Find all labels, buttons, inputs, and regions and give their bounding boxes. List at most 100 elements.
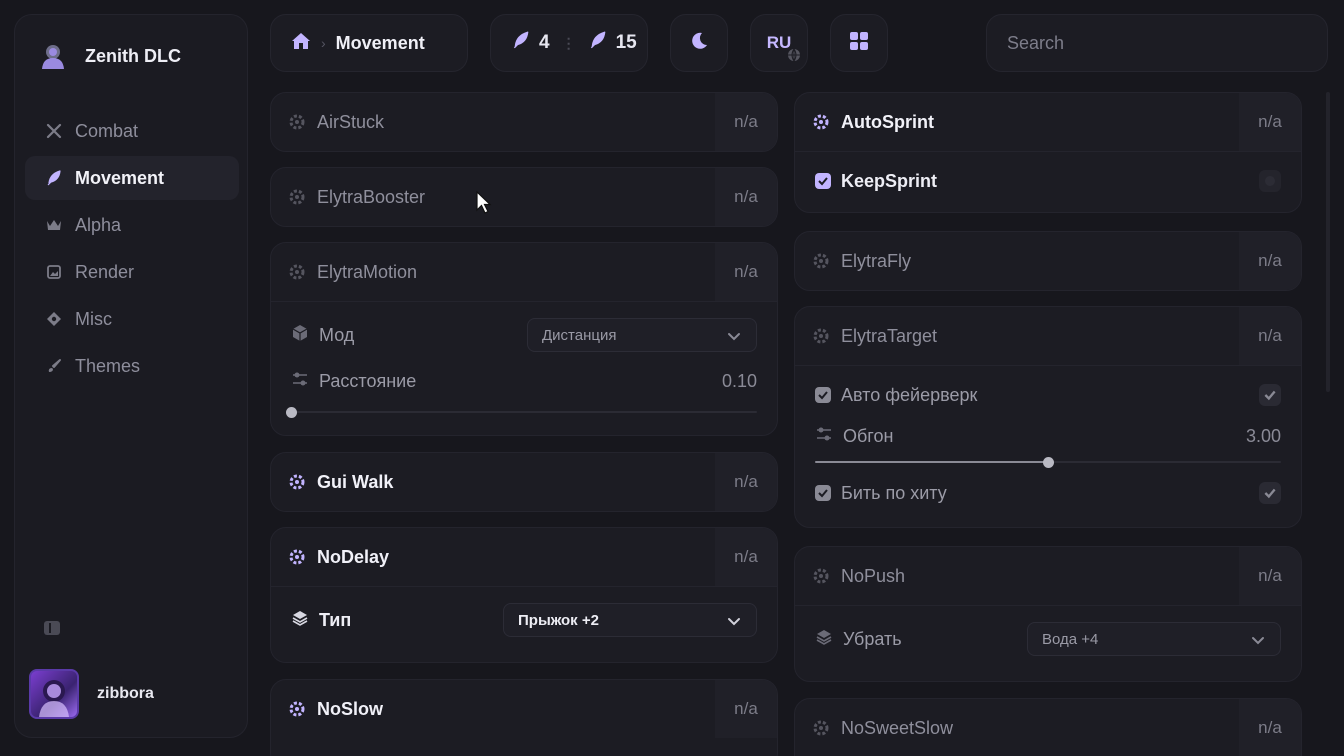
keybind-button[interactable]: n/a xyxy=(715,168,777,226)
mode-select[interactable]: Дистанция xyxy=(527,318,757,352)
checkbox-checked-icon[interactable] xyxy=(815,173,831,189)
enabled-count: 4 xyxy=(539,32,550,53)
setting-type: Тип Прыжок +2 xyxy=(271,597,777,643)
module-card-elytramotion[interactable]: ElytraMotion n/a Мод Дистанция Расстояни… xyxy=(270,242,778,436)
gear-icon xyxy=(813,253,829,269)
slider-thumb[interactable] xyxy=(286,407,297,418)
keybind-button[interactable]: n/a xyxy=(715,243,777,301)
app-name: Zenith DLC xyxy=(85,45,181,66)
setting-label: KeepSprint xyxy=(841,170,938,191)
module-card-elytrabooster[interactable]: ElytraBooster n/a xyxy=(270,167,778,227)
slider-track xyxy=(291,411,757,413)
module-card-airstuck[interactable]: AirStuck n/a xyxy=(270,92,778,152)
gear-icon xyxy=(289,549,305,565)
gear-icon xyxy=(813,328,829,344)
feather-icon xyxy=(45,169,63,187)
setting-label: Тип xyxy=(319,609,352,630)
app-window: Zenith DLC Combat Movement Alpha Render … xyxy=(0,0,1344,756)
setting-hit: Бить по хиту xyxy=(795,470,1301,516)
setting-value: 3.00 xyxy=(1245,425,1281,446)
sliders-icon xyxy=(291,370,309,393)
gear-icon xyxy=(813,720,829,736)
setting-keepsprint: KeepSprint xyxy=(795,152,1301,210)
toggle-dot[interactable] xyxy=(1259,170,1281,192)
page-title: Movement xyxy=(335,32,425,53)
module-card-nosweetslow[interactable]: NoSweetSlow n/a xyxy=(794,698,1302,756)
module-name: ElytraFly xyxy=(841,250,912,271)
checkbox[interactable] xyxy=(1259,384,1281,406)
setting-mode: Мод Дистанция xyxy=(271,312,777,358)
sidebar-item-render[interactable]: Render xyxy=(25,250,239,294)
gear-icon xyxy=(289,264,305,280)
distance-slider[interactable] xyxy=(286,404,757,420)
remove-select[interactable]: Вода +4 xyxy=(1027,622,1281,656)
sidebar-nav: Combat Movement Alpha Render Misc Themes xyxy=(25,109,239,391)
sidebar-item-label: Movement xyxy=(75,167,165,188)
slider-thumb[interactable] xyxy=(1043,457,1054,468)
keybind-button[interactable]: n/a xyxy=(1239,547,1301,605)
module-card-noslow[interactable]: NoSlow n/a xyxy=(270,679,778,756)
setting-label: Обгон xyxy=(843,425,894,446)
user-profile[interactable]: zibbora xyxy=(29,669,154,719)
feather-icon xyxy=(511,30,531,56)
globe-icon xyxy=(787,47,801,67)
feather-icon xyxy=(588,30,608,56)
select-value: Вода +4 xyxy=(1042,630,1099,648)
home-icon[interactable] xyxy=(291,32,311,55)
select-value: Дистанция xyxy=(542,326,617,344)
keybind-button[interactable]: n/a xyxy=(1239,232,1301,290)
module-name: NoDelay xyxy=(317,546,390,567)
search-input[interactable] xyxy=(1007,32,1307,54)
setting-auto-firework: Авто фейерверк xyxy=(795,372,1301,418)
keybind-button[interactable]: n/a xyxy=(1239,93,1301,151)
sidebar-item-combat[interactable]: Combat xyxy=(25,109,239,153)
language-button[interactable]: RU xyxy=(750,14,808,72)
count-separator: ⋮ xyxy=(561,34,576,51)
collapse-sidebar-icon[interactable] xyxy=(42,618,62,638)
keybind-button[interactable]: n/a xyxy=(1239,699,1301,756)
brush-icon xyxy=(45,357,63,375)
setting-overtake: Обгон 3.00 xyxy=(795,418,1301,454)
sliders-icon xyxy=(815,425,833,448)
module-name: ElytraTarget xyxy=(841,325,938,346)
checkbox-checked-icon[interactable] xyxy=(815,485,831,501)
theme-toggle-button[interactable] xyxy=(670,14,728,72)
type-select[interactable]: Прыжок +2 xyxy=(503,603,757,637)
layout-grid-button[interactable] xyxy=(830,14,888,72)
search-box[interactable] xyxy=(986,14,1328,72)
swords-icon xyxy=(45,122,63,140)
keybind-button[interactable]: n/a xyxy=(715,680,777,738)
brand: Zenith DLC xyxy=(39,41,181,71)
module-card-nodelay[interactable]: NoDelay n/a Тип Прыжок +2 xyxy=(270,527,778,663)
sidebar-item-label: Misc xyxy=(75,308,112,329)
gear-icon xyxy=(289,474,305,490)
checkbox[interactable] xyxy=(1259,482,1281,504)
divider xyxy=(795,365,1301,366)
keybind-button[interactable]: n/a xyxy=(715,93,777,151)
keybind-button[interactable]: n/a xyxy=(715,453,777,511)
breadcrumb: › Movement xyxy=(270,14,468,72)
module-card-autosprint[interactable]: AutoSprint n/a KeepSprint xyxy=(794,92,1302,213)
keybind-button[interactable]: n/a xyxy=(715,528,777,586)
module-card-elytrafly[interactable]: ElytraFly n/a xyxy=(794,231,1302,291)
module-name: NoPush xyxy=(841,565,906,586)
overtake-slider[interactable] xyxy=(815,454,1281,470)
module-card-guiwalk[interactable]: Gui Walk n/a xyxy=(270,452,778,512)
setting-distance: Расстояние 0.10 xyxy=(271,358,777,404)
setting-label: Убрать xyxy=(843,628,902,649)
divider xyxy=(271,301,777,302)
gear-icon xyxy=(289,701,305,717)
sidebar-item-themes[interactable]: Themes xyxy=(25,344,239,388)
sidebar-item-label: Render xyxy=(75,261,135,282)
sidebar-item-alpha[interactable]: Alpha xyxy=(25,203,239,247)
sidebar-item-movement[interactable]: Movement xyxy=(25,156,239,200)
slider-fill xyxy=(815,461,1048,463)
chevron-right-icon: › xyxy=(321,35,326,51)
scrollbar[interactable] xyxy=(1326,92,1330,392)
grid-icon xyxy=(849,31,869,56)
module-card-elytratarget[interactable]: ElytraTarget n/a Авто фейерверк Обгон 3.… xyxy=(794,306,1302,528)
keybind-button[interactable]: n/a xyxy=(1239,307,1301,365)
checkbox-checked-icon[interactable] xyxy=(815,387,831,403)
sidebar-item-misc[interactable]: Misc xyxy=(25,297,239,341)
module-card-nopush[interactable]: NoPush n/a Убрать Вода +4 xyxy=(794,546,1302,682)
